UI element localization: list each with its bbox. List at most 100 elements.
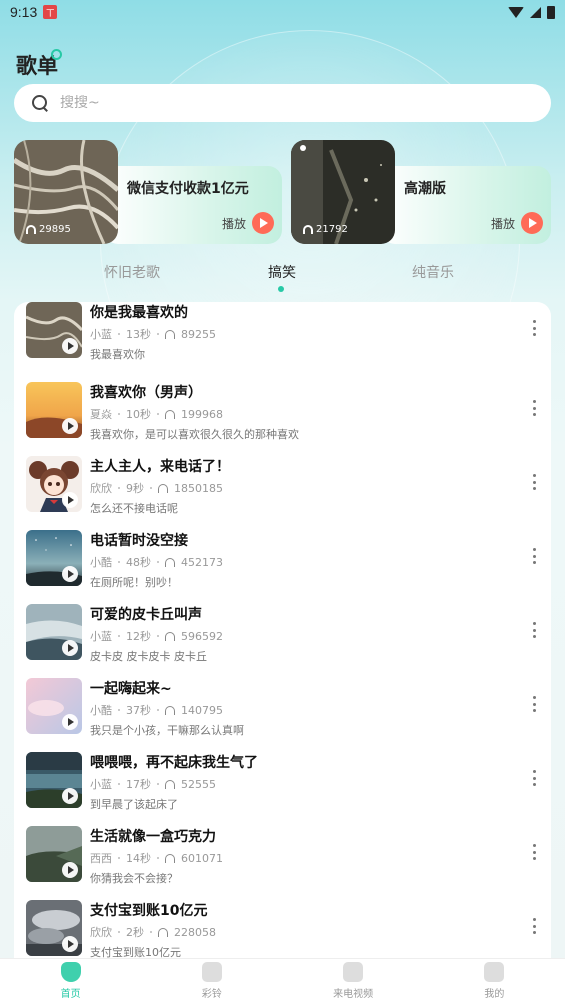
tab-funny[interactable]: 搞笑: [242, 262, 322, 282]
list-item[interactable]: 喂喂喂，再不起床我生气了 小蓝 17秒 52555 到早晨了该起床了: [14, 746, 551, 820]
list-item[interactable]: 一起嗨起来~ 小酷 37秒 140795 我只是个小孩，干嘛那么认真啊: [14, 672, 551, 746]
list-item[interactable]: 主人主人，来电话了！ 欣欣 9秒 1850185 怎么还不接电话呢: [14, 450, 551, 524]
list-item-title: 一起嗨起来~: [90, 681, 172, 697]
author: 欣欣: [90, 926, 112, 939]
nav-ringtone[interactable]: 彩铃: [141, 959, 282, 1004]
author: 小蓝: [90, 328, 112, 341]
play-icon[interactable]: [62, 338, 78, 354]
play-count: 89255: [181, 327, 216, 341]
list-item-title: 喂喂喂，再不起床我生气了: [90, 755, 258, 771]
list-item[interactable]: 生活就像一盒巧克力 西西 14秒 601071 你猜我会不会接？: [14, 820, 551, 894]
phone-icon: [343, 962, 364, 982]
title-decoration-icon: [51, 49, 62, 60]
play-icon[interactable]: [62, 418, 78, 434]
nav-call-video[interactable]: 来电视频: [283, 959, 424, 1004]
list-item[interactable]: 我喜欢你（男声） 夏焱 10秒 199968 我喜欢你，是可以喜欢很久很久的那种…: [14, 376, 551, 450]
headphones-icon: [26, 225, 36, 234]
more-options-icon[interactable]: [533, 844, 537, 860]
list-item-thumbnail[interactable]: [26, 678, 82, 734]
nav-label: 彩铃: [201, 989, 222, 1000]
duration: 14秒: [126, 852, 151, 865]
home-icon: [60, 962, 81, 982]
featured-cover[interactable]: 29895: [14, 140, 118, 244]
featured-name: 高潮版: [404, 181, 446, 197]
play-icon[interactable]: [62, 862, 78, 878]
list-item-thumbnail[interactable]: [26, 900, 82, 956]
list-item-thumbnail[interactable]: [26, 752, 82, 808]
list-item-title: 电话暂时没空接: [90, 533, 188, 549]
play-icon[interactable]: [62, 640, 78, 656]
play-icon[interactable]: [62, 788, 78, 804]
list-item-desc: 我最喜欢你: [90, 348, 145, 361]
play-icon[interactable]: [62, 936, 78, 952]
author: 小蓝: [90, 778, 112, 791]
tab-pure-music[interactable]: 纯音乐: [393, 262, 473, 282]
list-item-thumbnail[interactable]: [26, 826, 82, 882]
list-item[interactable]: 电话暂时没空接 小酷 48秒 452173 在厕所呢！别吵！: [14, 524, 551, 598]
list-item-desc: 皮卡皮 皮卡皮卡 皮卡丘: [90, 650, 207, 663]
list-item-meta: 小蓝 13秒 89255: [90, 326, 216, 342]
play-icon[interactable]: [62, 492, 78, 508]
more-options-icon[interactable]: [533, 696, 537, 712]
list-item[interactable]: 支付宝到账10亿元 欣欣 2秒 228058 支付宝到账10亿元: [14, 894, 551, 958]
list-item-thumbnail[interactable]: [26, 604, 82, 660]
featured-card[interactable]: 21792 高潮版 播放: [291, 140, 551, 244]
nav-profile[interactable]: 我的: [424, 959, 565, 1004]
headphones-icon: [165, 705, 175, 715]
play-count: 199968: [181, 407, 223, 421]
headphones-icon: [165, 631, 175, 641]
headphones-icon: [165, 557, 175, 567]
more-options-icon[interactable]: [533, 770, 537, 786]
duration: 37秒: [126, 704, 151, 717]
list-item-meta: 小酷 37秒 140795: [90, 702, 223, 718]
play-icon: [252, 212, 274, 234]
play-icon[interactable]: [62, 566, 78, 582]
profile-icon: [484, 962, 505, 982]
tab-nostalgic[interactable]: 怀旧老歌: [92, 262, 172, 282]
play-label: 播放: [221, 216, 246, 231]
featured-cover[interactable]: 21792: [291, 140, 395, 244]
author: 小酷: [90, 556, 112, 569]
play-count: 140795: [181, 703, 223, 717]
list-item-thumbnail[interactable]: [26, 530, 82, 586]
more-options-icon[interactable]: [533, 918, 537, 934]
search-input[interactable]: [60, 95, 460, 111]
list-item-thumbnail[interactable]: [26, 382, 82, 438]
more-options-icon[interactable]: [533, 474, 537, 490]
author: 夏焱: [90, 408, 112, 421]
duration: 17秒: [126, 778, 151, 791]
more-options-icon[interactable]: [533, 548, 537, 564]
play-count: 601071: [181, 851, 223, 865]
featured-play-button[interactable]: 播放: [491, 212, 543, 234]
headphones-icon: [165, 409, 175, 419]
nav-home[interactable]: 首页: [0, 959, 141, 1004]
author: 小蓝: [90, 630, 112, 643]
list-item-thumbnail[interactable]: [26, 456, 82, 512]
headphones-icon: [158, 927, 168, 937]
list-item-desc: 我喜欢你，是可以喜欢很久很久的那种喜欢: [90, 428, 299, 441]
play-icon[interactable]: [62, 714, 78, 730]
notification-icon: ㄒ: [43, 5, 58, 19]
author: 小酷: [90, 704, 112, 717]
list-item[interactable]: 可爱的皮卡丘叫声 小蓝 12秒 596592 皮卡皮 皮卡皮卡 皮卡丘: [14, 598, 551, 672]
list-item-thumbnail[interactable]: [26, 302, 82, 358]
featured-play-count: 29895: [26, 224, 71, 235]
more-options-icon[interactable]: [533, 320, 537, 336]
more-options-icon[interactable]: [533, 400, 537, 416]
search-icon: [32, 95, 48, 111]
list-item[interactable]: 你是我最喜欢的 小蓝 13秒 89255 我最喜欢你: [14, 302, 551, 370]
more-options-icon[interactable]: [533, 622, 537, 638]
play-icon: [521, 212, 543, 234]
list-item-title: 我喜欢你（男声）: [90, 385, 202, 401]
featured-card[interactable]: 29895 微信支付收款1亿元 播放: [14, 140, 282, 244]
featured-name: 微信支付收款1亿元: [127, 181, 249, 197]
list-item-desc: 在厕所呢！别吵！: [90, 576, 178, 589]
featured-play-count: 21792: [303, 224, 348, 235]
search-bar[interactable]: [14, 84, 551, 122]
duration: 48秒: [126, 556, 151, 569]
bottom-nav: 首页 彩铃 来电视频 我的: [0, 958, 565, 1004]
wifi-icon: [508, 6, 524, 18]
bell-icon: [201, 962, 222, 982]
play-count: 596592: [181, 629, 223, 643]
featured-play-button[interactable]: 播放: [222, 212, 274, 234]
